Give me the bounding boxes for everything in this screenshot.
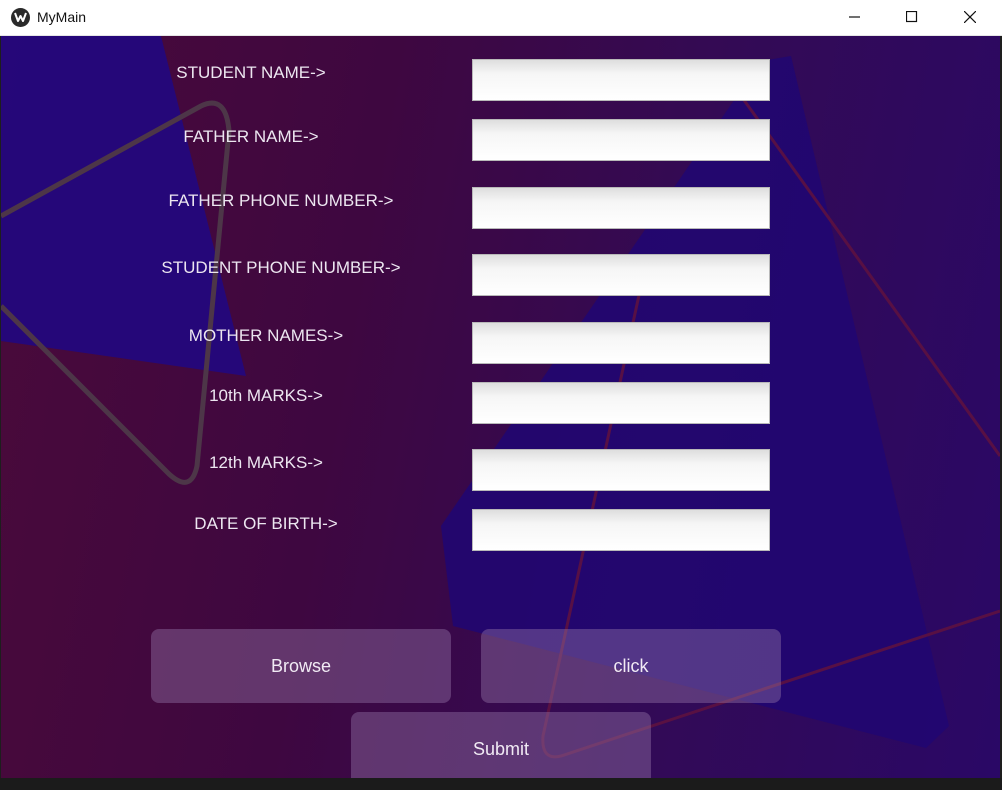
maximize-icon xyxy=(906,11,918,23)
tenth-marks-input[interactable] xyxy=(472,382,770,424)
console-output-strip xyxy=(0,778,1002,790)
tenth-marks-label: 10th MARKS-> xyxy=(209,386,323,405)
app-window: MyMain STUDENT NAME-> FATHER NAME-> FATH… xyxy=(0,0,1002,790)
student-phone-label: STUDENT PHONE NUMBER-> xyxy=(161,258,401,277)
browse-button[interactable]: Browse xyxy=(151,629,451,703)
kivy-icon xyxy=(11,8,30,27)
father-phone-input[interactable] xyxy=(472,187,770,229)
submit-button[interactable]: Submit xyxy=(351,712,651,786)
twelfth-marks-input[interactable] xyxy=(472,449,770,491)
form-canvas: STUDENT NAME-> FATHER NAME-> FATHER PHON… xyxy=(1,36,1000,790)
title-bar[interactable]: MyMain xyxy=(0,0,1002,36)
maximize-button[interactable] xyxy=(889,0,935,34)
student-phone-input[interactable] xyxy=(472,254,770,296)
father-name-input[interactable] xyxy=(472,119,770,161)
twelfth-marks-label: 12th MARKS-> xyxy=(209,453,323,472)
mother-names-label: MOTHER NAMES-> xyxy=(188,326,344,345)
date-of-birth-input[interactable] xyxy=(472,509,770,551)
father-phone-label: FATHER PHONE NUMBER-> xyxy=(168,191,394,210)
click-button[interactable]: click xyxy=(481,629,781,703)
mother-names-input[interactable] xyxy=(472,322,770,364)
close-button[interactable] xyxy=(947,0,993,34)
father-name-label: FATHER NAME-> xyxy=(183,127,319,146)
window-title: MyMain xyxy=(37,9,87,25)
close-icon xyxy=(964,11,976,23)
student-name-input[interactable] xyxy=(472,59,770,101)
student-name-label: STUDENT NAME-> xyxy=(176,63,326,82)
date-of-birth-label: DATE OF BIRTH-> xyxy=(194,514,338,533)
minimize-icon xyxy=(849,16,860,18)
minimize-button[interactable] xyxy=(832,0,878,34)
